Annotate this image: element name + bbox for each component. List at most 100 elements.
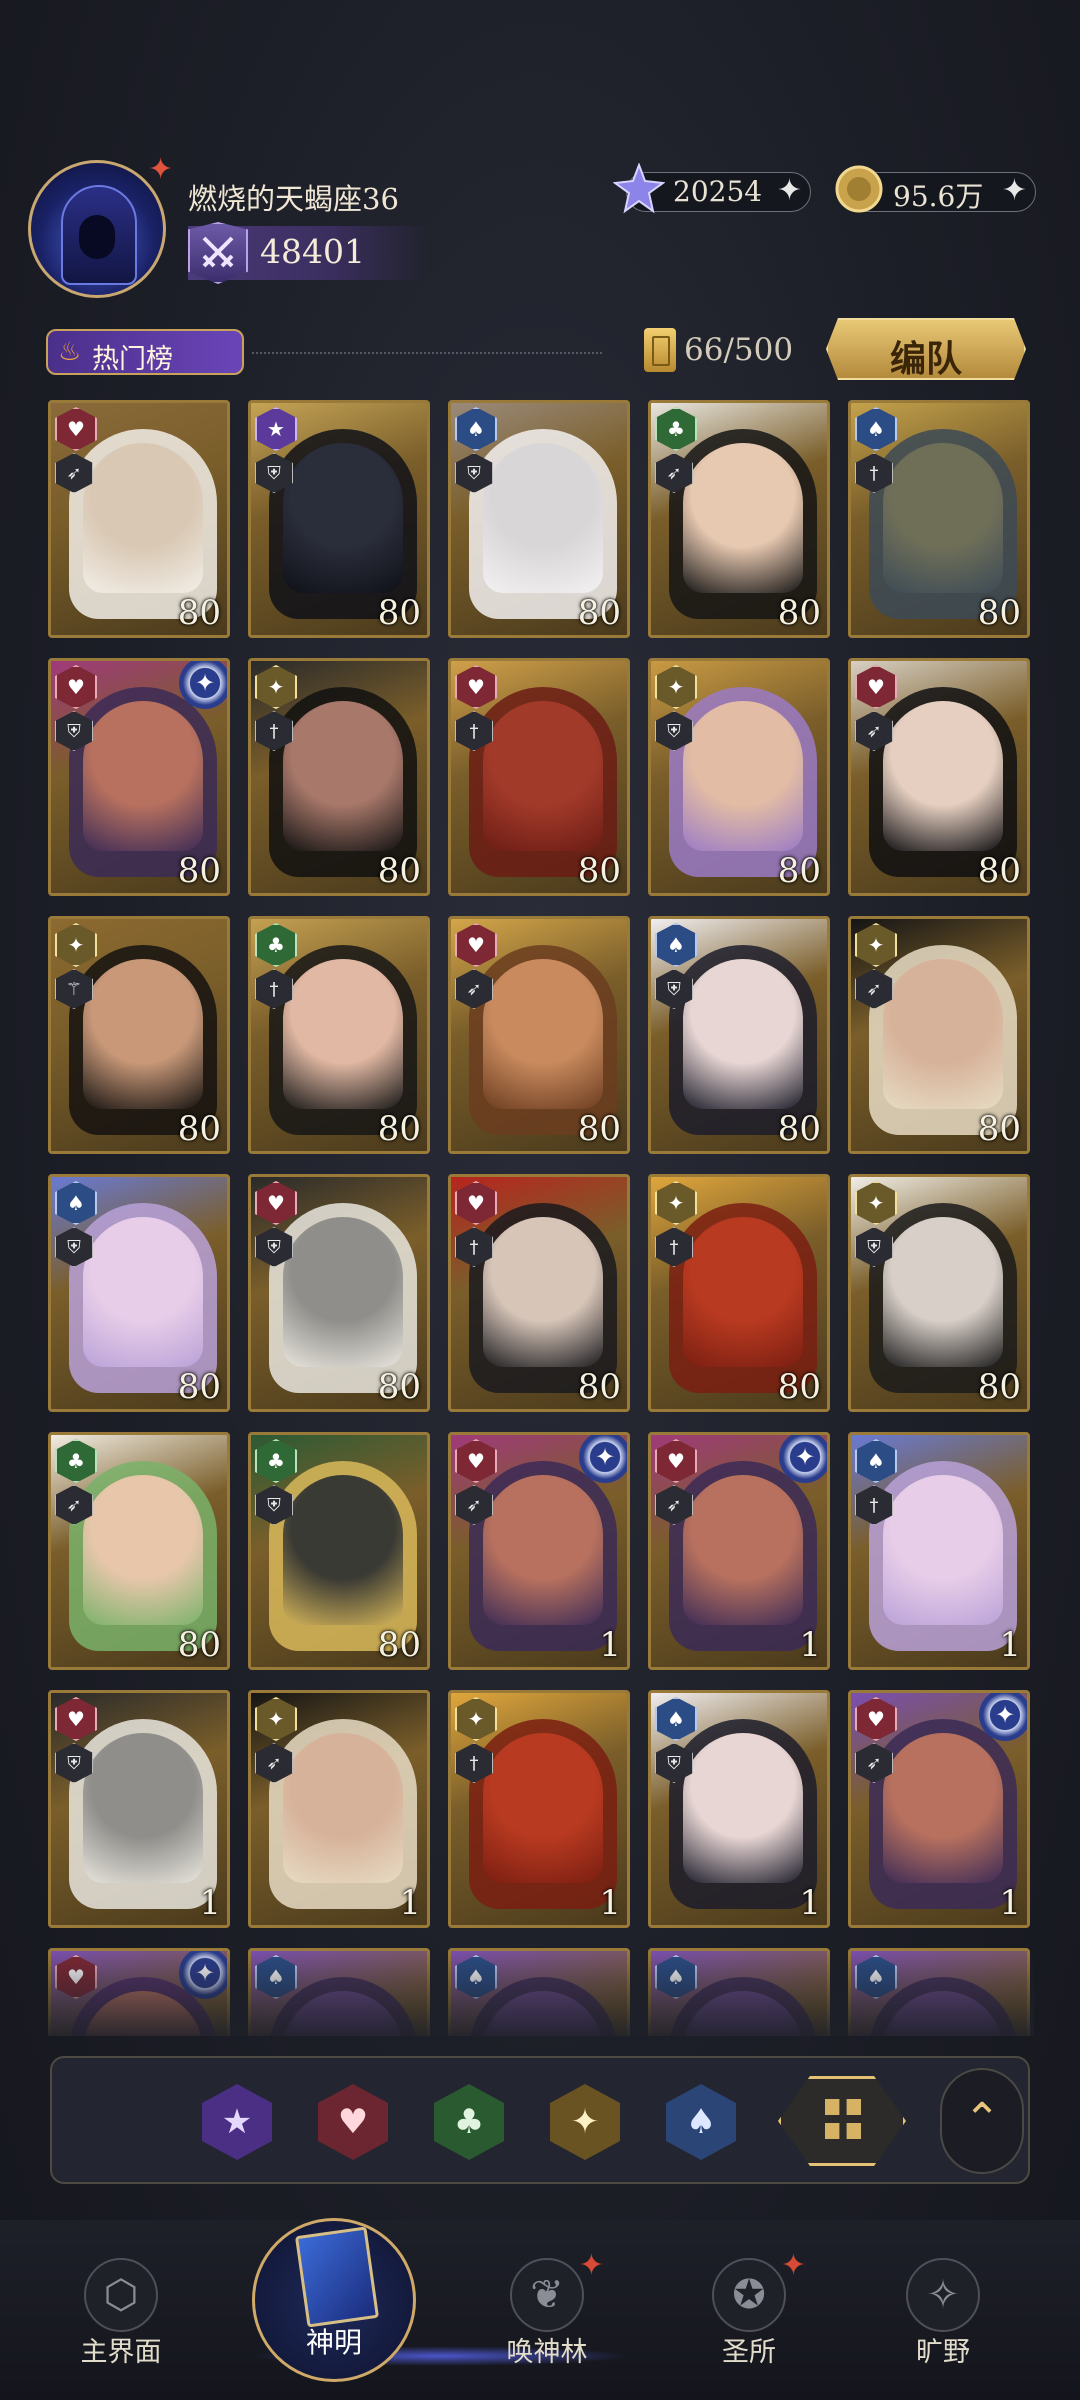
- power-display: 48401: [188, 222, 428, 284]
- coin-resource[interactable]: 95.6万 ✦: [835, 165, 1036, 213]
- nav-summon-forest[interactable]: ❦ ✦ 唤神林: [472, 2248, 622, 2378]
- awaken-star-icon: ✦: [979, 1693, 1027, 1741]
- collapse-chevron-up-icon[interactable]: ⌃: [940, 2068, 1024, 2174]
- card-level: 80: [777, 1109, 821, 1149]
- card-level: 80: [577, 1109, 621, 1149]
- god-card[interactable]: ♣ ➶ 80: [648, 400, 830, 638]
- god-card[interactable]: ♠ † 1: [848, 1432, 1030, 1670]
- god-card[interactable]: ♥ ➶ ✦ 1: [448, 1432, 630, 1670]
- god-card[interactable]: ♠ ⛨ 80: [48, 1174, 230, 1412]
- god-card-grid[interactable]: ♥ ➶ 80 ★ ⛨ 80 ♠ ⛨ 80 ♣ ➶ 80 ♠ † 80 ♥ ⛨ ✦ 80 ✦ † 80 ♥ † 80 ✦ ⛨ 80 ♥ ➶ 8…: [48, 400, 1034, 2036]
- card-level: 80: [777, 1367, 821, 1407]
- card-portrait: [83, 959, 203, 1109]
- god-card[interactable]: ♥ ⛨ 1: [48, 1690, 230, 1928]
- team-button-label: 编队: [889, 338, 962, 380]
- card-level: 1: [599, 1625, 621, 1665]
- card-portrait: [883, 1733, 1003, 1883]
- filter-diamond-icon[interactable]: ✦: [550, 2084, 620, 2160]
- god-card[interactable]: ♣ ➶ 80: [48, 1432, 230, 1670]
- nav-wilderness[interactable]: ✧ 旷野: [868, 2248, 1018, 2378]
- home-icon: ⬡: [84, 2258, 158, 2332]
- card-level: 1: [799, 1883, 821, 1923]
- god-card[interactable]: ✦ ⛨ 80: [848, 1174, 1030, 1412]
- god-card[interactable]: ✦ ⛨ 80: [648, 658, 830, 896]
- awaken-star-icon: ✦: [179, 661, 227, 709]
- badge-icon: ✦: [578, 2248, 604, 2283]
- nav-gods[interactable]: 神明: [252, 2218, 416, 2382]
- card-portrait: [883, 1217, 1003, 1367]
- god-card[interactable]: ✦ ➶ 1: [248, 1690, 430, 1928]
- awaken-star-icon: ✦: [779, 1435, 827, 1483]
- card-portrait: [83, 443, 203, 593]
- card-level: 80: [977, 593, 1021, 633]
- god-card[interactable]: ✦ † 1: [448, 1690, 630, 1928]
- god-card[interactable]: ★ ⛨ 80: [248, 400, 430, 638]
- crystal-add-button[interactable]: ✦: [777, 173, 802, 208]
- card-portrait: [283, 701, 403, 851]
- badge-icon: ✦: [780, 2248, 806, 2283]
- card-portrait: [483, 701, 603, 851]
- card-level: 1: [199, 1883, 221, 1923]
- card-portrait: [283, 1475, 403, 1625]
- card-portrait: [883, 959, 1003, 1109]
- card-portrait: [483, 443, 603, 593]
- card-portrait: [483, 1733, 603, 1883]
- card-level: 80: [377, 1367, 421, 1407]
- god-card[interactable]: ♥ ⛨ 80: [248, 1174, 430, 1412]
- nav-sanctuary[interactable]: ✪ ✦ 圣所: [674, 2248, 824, 2378]
- card-level: 80: [177, 1109, 221, 1149]
- god-card[interactable]: ✦ † 80: [248, 658, 430, 896]
- god-card[interactable]: ♠ ⛨ 80: [648, 916, 830, 1154]
- god-card[interactable]: ✦ ⚚ 80: [48, 916, 230, 1154]
- god-card[interactable]: ♥ ➶ ✦ 1: [648, 1432, 830, 1670]
- god-card[interactable]: ♥ † 80: [448, 658, 630, 896]
- filter-heart-icon[interactable]: ♥: [318, 2084, 388, 2160]
- god-card[interactable]: ♠ ⛨ 80: [448, 400, 630, 638]
- card-level: 80: [177, 593, 221, 633]
- card-portrait: [483, 1217, 603, 1367]
- filter-all-button[interactable]: [778, 2076, 906, 2166]
- filter-star-icon[interactable]: ★: [202, 2084, 272, 2160]
- filter-spade-icon[interactable]: ♠: [666, 2084, 736, 2160]
- card-level: 80: [777, 851, 821, 891]
- god-card[interactable]: ♥ ➶ 80: [848, 658, 1030, 896]
- card-level: 80: [977, 851, 1021, 891]
- crystal-resource[interactable]: 20254 ✦: [613, 163, 811, 214]
- god-card[interactable]: ♣ † 80: [248, 916, 430, 1154]
- card-portrait: [683, 1475, 803, 1625]
- god-card[interactable]: ♠ † 80: [848, 400, 1030, 638]
- filter-club-icon[interactable]: ♣: [434, 2084, 504, 2160]
- card-portrait: [483, 959, 603, 1109]
- card-portrait: [683, 959, 803, 1109]
- god-card[interactable]: ♥ ➶ 80: [448, 916, 630, 1154]
- god-card[interactable]: ♥ † 80: [448, 1174, 630, 1412]
- flame-icon: ♨: [58, 337, 82, 367]
- card-portrait: [683, 1733, 803, 1883]
- god-card[interactable]: ✦ ➶ 80: [848, 916, 1030, 1154]
- card-level: 80: [377, 593, 421, 633]
- nav-wilderness-label: 旷野: [916, 2337, 970, 2368]
- avatar-face: [79, 215, 115, 259]
- god-card[interactable]: ♥ ⛨ ✦ 80: [48, 658, 230, 896]
- god-card[interactable]: ♥ ➶ 80: [48, 400, 230, 638]
- coin-add-button[interactable]: ✦: [1002, 173, 1027, 208]
- notification-star-icon: ✦: [148, 152, 174, 187]
- coin-icon: [835, 165, 883, 213]
- card-level: 80: [377, 1109, 421, 1149]
- team-button[interactable]: 编队: [826, 318, 1026, 380]
- card-portrait: [883, 1475, 1003, 1625]
- card-portrait: [83, 1217, 203, 1367]
- nav-summon-label: 唤神林: [506, 2337, 588, 2368]
- ranking-button[interactable]: ♨ 热门榜: [46, 329, 244, 375]
- divider: [252, 352, 602, 354]
- god-card[interactable]: ♠ ⛨ 1: [648, 1690, 830, 1928]
- nav-sanctuary-label: 圣所: [722, 2337, 776, 2368]
- sanctuary-icon: ✪: [712, 2258, 786, 2332]
- god-card[interactable]: ♥ ➶ ✦ 1: [848, 1690, 1030, 1928]
- god-card[interactable]: ✦ † 80: [648, 1174, 830, 1412]
- tree-icon: ❦: [510, 2258, 584, 2332]
- card-level: 1: [999, 1883, 1021, 1923]
- player-avatar[interactable]: [28, 160, 166, 298]
- god-card[interactable]: ♣ ⛨ 80: [248, 1432, 430, 1670]
- nav-home[interactable]: ⬡ 主界面: [46, 2248, 196, 2378]
